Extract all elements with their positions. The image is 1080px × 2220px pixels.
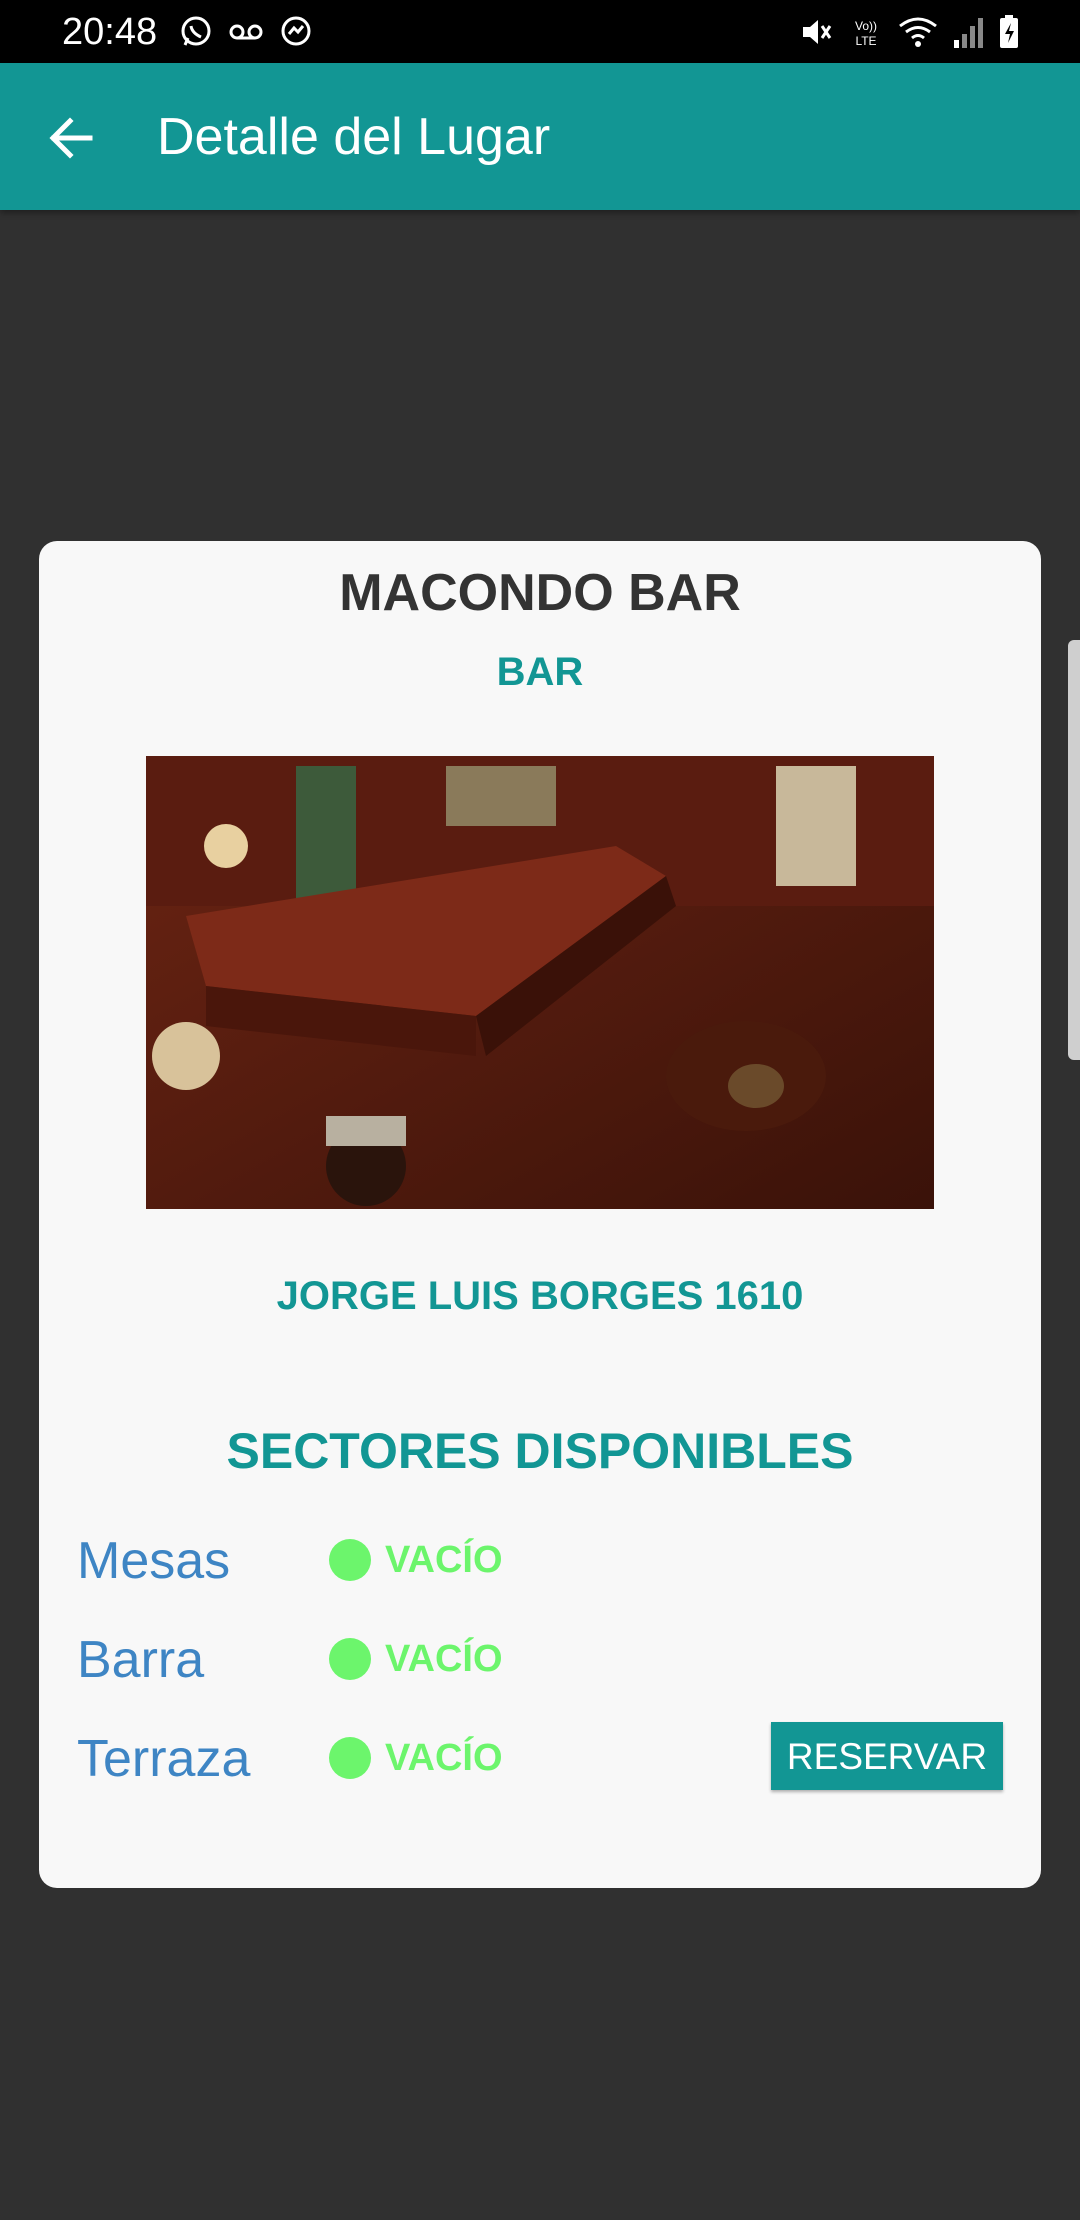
- place-address: JORGE LUIS BORGES 1610: [276, 1274, 804, 1318]
- page-title: Detalle del Lugar: [157, 108, 551, 166]
- sector-status: VACÍO: [385, 1638, 503, 1680]
- status-bar: 20:48 Vo)) LTE: [0, 0, 1080, 63]
- svg-text:Vo)): Vo)): [855, 19, 877, 33]
- wifi-icon: [898, 14, 938, 50]
- messenger-icon: [278, 14, 314, 50]
- mute-icon: [798, 14, 834, 50]
- arrow-left-icon: [49, 117, 93, 159]
- whatsapp-icon: [178, 14, 214, 50]
- back-button[interactable]: [40, 105, 106, 171]
- scrollbar[interactable]: [1068, 640, 1080, 1060]
- sector-row-barra: Barra VACÍO: [39, 1620, 1041, 1700]
- volte-icon: Vo)) LTE: [848, 14, 884, 50]
- place-name: MACONDO BAR: [339, 564, 741, 622]
- status-time: 20:48: [62, 11, 158, 53]
- sector-status: VACÍO: [385, 1539, 503, 1581]
- place-type: BAR: [496, 650, 584, 694]
- status-dot-icon: [329, 1638, 371, 1680]
- sector-name: Barra: [77, 1631, 205, 1689]
- battery-charging-icon: [998, 14, 1020, 50]
- sector-status: VACÍO: [385, 1737, 503, 1779]
- sectors-title: SECTORES DISPONIBLES: [226, 1423, 854, 1479]
- voicemail-icon: [228, 14, 264, 50]
- place-photo: [146, 756, 934, 1209]
- signal-icon: [952, 14, 984, 50]
- status-dot-icon: [329, 1737, 371, 1779]
- sector-name: Terraza: [77, 1730, 251, 1788]
- reserve-button[interactable]: RESERVAR: [771, 1722, 1003, 1790]
- place-detail-card: MACONDO BAR BAR JORGE LUIS BORGES 1610 S…: [39, 541, 1041, 1888]
- sector-row-mesas: Mesas VACÍO: [39, 1521, 1041, 1601]
- sector-name: Mesas: [77, 1532, 231, 1590]
- app-bar: Detalle del Lugar: [0, 63, 1080, 210]
- svg-text:LTE: LTE: [855, 34, 876, 48]
- status-notification-icons: [178, 12, 314, 52]
- status-system-icons: Vo)) LTE: [798, 12, 1020, 52]
- status-dot-icon: [329, 1539, 371, 1581]
